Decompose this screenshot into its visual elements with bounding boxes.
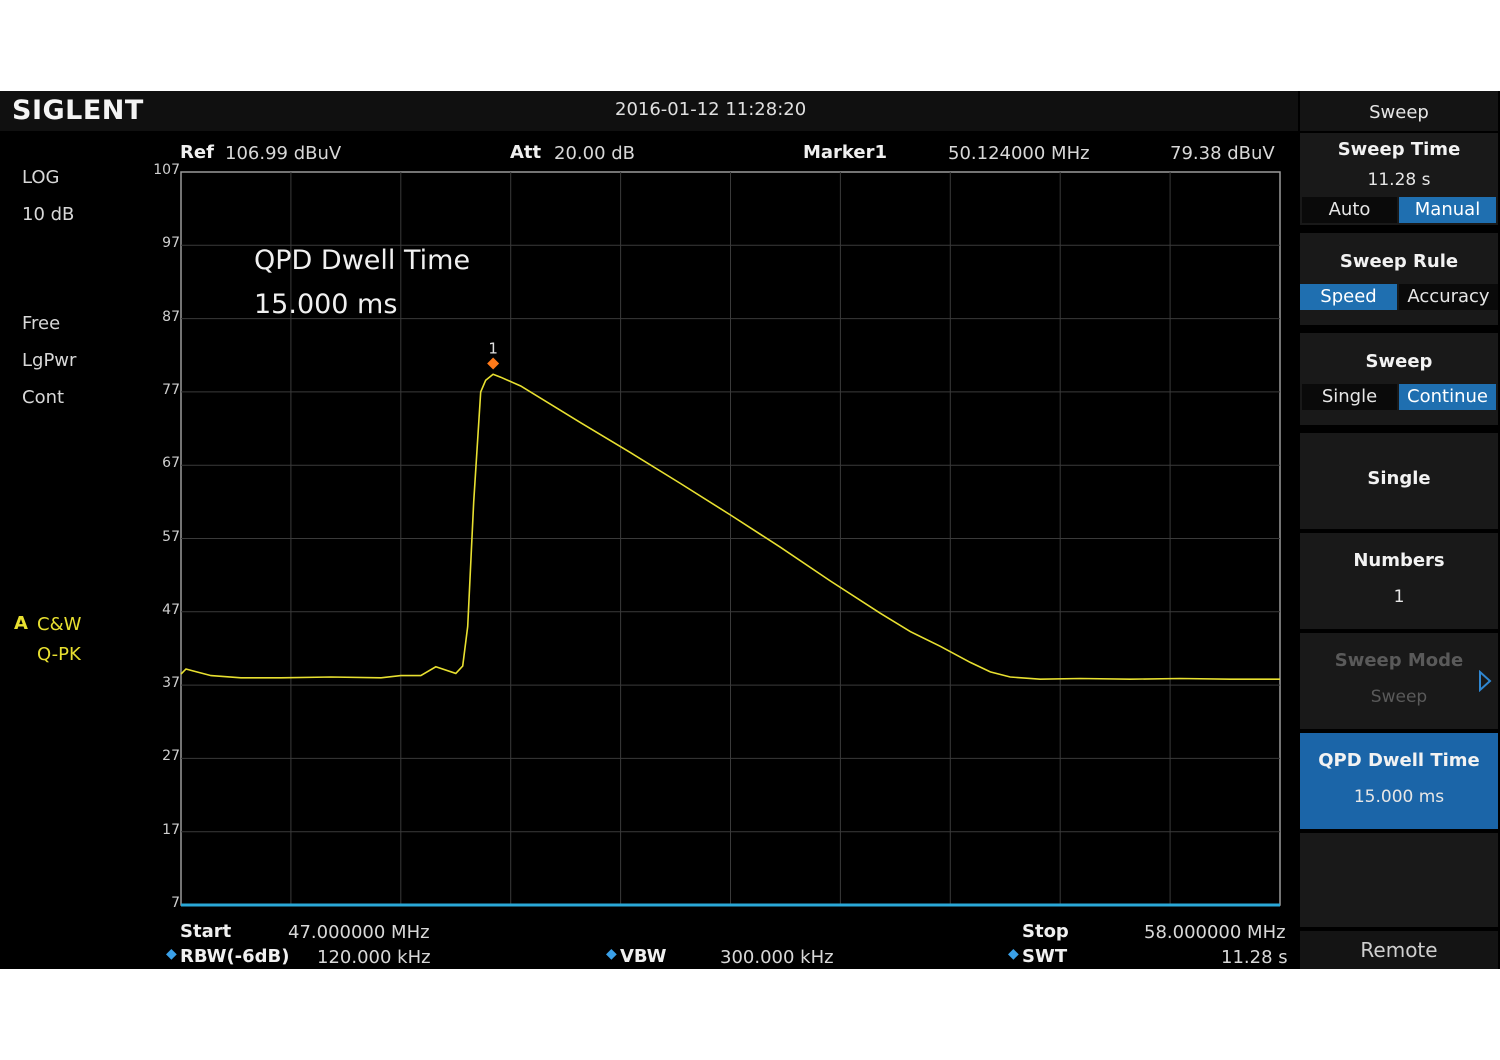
sweep-single-option[interactable]: Single bbox=[1302, 384, 1397, 410]
sweep-toggle: Single Continue bbox=[1300, 384, 1498, 410]
numbers-value: 1 bbox=[1393, 587, 1405, 607]
menu-title-bar: Sweep bbox=[1300, 91, 1498, 131]
remote-status-bar: Remote bbox=[1300, 931, 1498, 969]
marker-number-label: 1 bbox=[488, 339, 498, 357]
sweep-rule-toggle: Speed Accuracy bbox=[1300, 284, 1498, 310]
analyzer-screen: SIGLENT 2016-01-12 11:28:20 Ref 106.99 d… bbox=[0, 91, 1500, 969]
rbw-value[interactable]: 120.000 kHz bbox=[317, 947, 431, 968]
sweep-continue-option[interactable]: Continue bbox=[1399, 384, 1496, 410]
sweep-rule-label: Sweep Rule bbox=[1339, 251, 1459, 272]
stop-label: Stop bbox=[1022, 921, 1069, 942]
start-value[interactable]: 47.000000 MHz bbox=[288, 922, 430, 943]
numbers-label: Numbers bbox=[1353, 550, 1445, 571]
start-label: Start bbox=[180, 921, 232, 942]
sweep-time-label: Sweep Time bbox=[1337, 139, 1461, 160]
sweep-label: Sweep bbox=[1365, 351, 1433, 372]
sweep-mode-label: Sweep Mode bbox=[1334, 650, 1464, 671]
softkey-numbers[interactable]: Numbers 1 bbox=[1300, 533, 1498, 629]
remote-status: Remote bbox=[1360, 938, 1438, 962]
vbw-diamond-icon: ◆ bbox=[606, 946, 617, 962]
swt-value[interactable]: 11.28 s bbox=[1221, 947, 1288, 968]
qpd-dwell-label: QPD Dwell Time bbox=[1318, 750, 1480, 771]
menu-title: Sweep bbox=[1369, 102, 1429, 123]
sweep-time-value: 11.28 s bbox=[1367, 170, 1431, 190]
swt-label: SWT bbox=[1022, 946, 1068, 967]
vbw-value[interactable]: 300.000 kHz bbox=[720, 947, 834, 968]
sweep-time-manual[interactable]: Manual bbox=[1399, 197, 1496, 223]
softkey-sweep-time[interactable]: Sweep Time 11.28 s Auto Manual bbox=[1300, 133, 1498, 225]
sweep-rule-speed[interactable]: Speed bbox=[1300, 284, 1397, 310]
sweep-mode-value: Sweep bbox=[1370, 687, 1428, 707]
annotation-title: QPD Dwell Time bbox=[254, 245, 471, 276]
vbw-label: VBW bbox=[620, 946, 667, 967]
submenu-arrow-icon bbox=[1479, 670, 1492, 692]
softkey-sweep[interactable]: Sweep Single Continue bbox=[1300, 333, 1498, 425]
sweep-time-toggle: Auto Manual bbox=[1300, 197, 1498, 223]
marker-diamond bbox=[487, 357, 500, 370]
sweep-time-auto[interactable]: Auto bbox=[1302, 197, 1397, 223]
softkey-qpd-dwell-time[interactable]: QPD Dwell Time 15.000 ms bbox=[1300, 733, 1498, 829]
single-label: Single bbox=[1367, 468, 1431, 489]
softkey-empty bbox=[1300, 833, 1498, 927]
softkey-panel: Sweep Sweep Time 11.28 s Auto Manual Swe… bbox=[1298, 91, 1500, 969]
spectrum-plot[interactable]: 1 bbox=[0, 91, 1298, 969]
rbw-label: RBW(-6dB) bbox=[180, 946, 290, 967]
qpd-dwell-value: 15.000 ms bbox=[1353, 787, 1445, 807]
softkey-single[interactable]: Single bbox=[1300, 433, 1498, 529]
stop-value[interactable]: 58.000000 MHz bbox=[1144, 922, 1286, 943]
softkey-sweep-mode[interactable]: Sweep Mode Sweep bbox=[1300, 633, 1498, 729]
swt-diamond-icon: ◆ bbox=[1008, 946, 1019, 962]
sweep-rule-accuracy[interactable]: Accuracy bbox=[1399, 284, 1498, 310]
softkey-sweep-rule[interactable]: Sweep Rule Speed Accuracy bbox=[1300, 233, 1498, 325]
annotation-value: 15.000 ms bbox=[254, 289, 398, 320]
rbw-diamond-icon: ◆ bbox=[166, 946, 177, 962]
